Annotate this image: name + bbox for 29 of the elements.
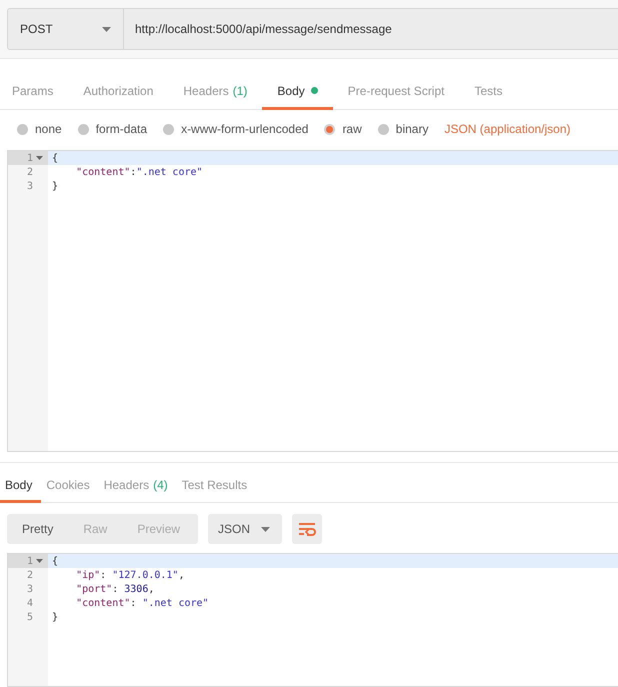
radio-option[interactable]: x-www-form-urlencoded [163,122,308,136]
line-number: 1 [26,556,33,566]
wrap-icon [298,522,316,536]
code-line: "port": 3306, [75,582,156,596]
request-body-editor[interactable]: 1 2 3 { "content":".net core" } [7,150,618,452]
code-line: } [51,180,60,193]
radio-option[interactable]: form-data [78,122,148,136]
radio-option[interactable]: none [17,122,62,136]
code-line: "content":".net core" [75,166,204,179]
tab[interactable]: Body [262,74,333,110]
line-number: 4 [26,598,33,608]
line-number: 2 [26,570,33,580]
format-dropdown[interactable]: JSON [208,514,282,544]
tab[interactable]: Body [0,470,42,503]
radio-option[interactable]: binary [378,122,428,136]
line-number: 3 [26,584,33,594]
line-number: 2 [26,166,33,178]
code-line: "ip": "127.0.0.1", [75,568,186,582]
code-line: "content": ".net core" [75,596,210,610]
line-number: 1 [26,152,33,164]
radio-option[interactable]: raw [324,122,362,136]
fold-icon[interactable] [35,156,44,160]
caret-icon [261,526,270,532]
line-number: 5 [26,612,33,622]
line-number: 3 [26,180,33,192]
fold-icon[interactable] [35,559,44,563]
wrap-lines-button[interactable] [292,514,322,544]
view-mode-tab[interactable]: Pretty [7,514,68,544]
code-line: } [51,610,60,624]
